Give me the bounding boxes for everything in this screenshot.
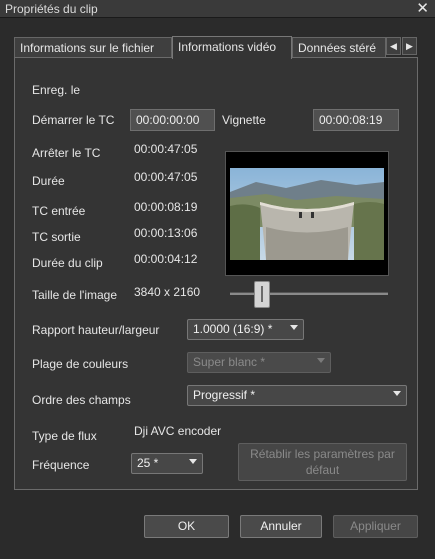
aspect-ratio-value: 1.0000 (16:9) * (193, 322, 273, 336)
stop-tc-value: 00:00:47:05 (134, 142, 198, 156)
ok-button[interactable]: OK (144, 515, 229, 538)
chevron-down-icon (290, 325, 298, 330)
duration-label: Durée (32, 174, 65, 188)
start-tc-label: Démarrer le TC (32, 113, 115, 127)
apply-button[interactable]: Appliquer (333, 515, 418, 538)
tab-bar: Informations sur le fichier Informations… (14, 36, 418, 59)
color-range-select: Super blanc * (187, 352, 331, 373)
image-size-value: 3840 x 2160 (134, 285, 201, 299)
tab-scroll-left-icon[interactable]: ◀ (386, 37, 401, 55)
stop-tc-label: Arrêter le TC (32, 146, 101, 160)
frequency-value: 25 * (137, 456, 159, 470)
cancel-button[interactable]: Annuler (240, 515, 322, 538)
chevron-down-icon (189, 459, 197, 464)
tc-in-label: TC entrée (32, 204, 86, 218)
color-range-label: Plage de couleurs (32, 357, 129, 371)
tab-file-info[interactable]: Informations sur le fichier (14, 37, 172, 58)
tab-scroll-right-icon[interactable]: ▶ (402, 37, 417, 55)
start-tc-field[interactable]: 00:00:00:00 (130, 109, 215, 131)
stream-type-label: Type de flux (32, 429, 97, 443)
thumbnail-label: Vignette (222, 113, 266, 127)
title-bar: Propriétés du clip ✕ (0, 0, 435, 18)
stream-type-value: Dji AVC encoder (134, 424, 222, 438)
tc-in-value: 00:00:08:19 (134, 200, 198, 214)
frequency-label: Fréquence (32, 458, 90, 472)
aspect-ratio-label: Rapport hauteur/largeur (32, 323, 160, 337)
window-title: Propriétés du clip (5, 2, 98, 16)
recorded-label: Enreg. le (32, 83, 81, 97)
frequency-select[interactable]: 25 * (131, 453, 203, 474)
tc-out-label: TC sortie (32, 230, 81, 244)
chevron-down-icon (317, 358, 325, 363)
tc-out-value: 00:00:13:06 (134, 226, 198, 240)
clip-thumbnail (225, 151, 389, 276)
chevron-down-icon (393, 391, 401, 396)
duration-value: 00:00:47:05 (134, 170, 198, 184)
image-size-label: Taille de l'image (32, 288, 118, 302)
field-order-value: Progressif * (193, 388, 256, 402)
thumbnail-tc-field[interactable]: 00:00:08:19 (313, 109, 399, 131)
tab-stereo-data[interactable]: Données stéré (292, 37, 386, 58)
field-order-select[interactable]: Progressif * (187, 385, 407, 406)
clip-duration-label: Durée du clip (32, 256, 103, 270)
tab-video-info[interactable]: Informations vidéo (172, 36, 292, 59)
thumbnail-slider-handle[interactable] (254, 281, 270, 308)
color-range-value: Super blanc * (193, 355, 266, 369)
close-icon[interactable]: ✕ (416, 0, 429, 18)
reset-defaults-button[interactable]: Rétablir les paramètres par défaut (238, 443, 407, 481)
aspect-ratio-select[interactable]: 1.0000 (16:9) * (187, 319, 304, 340)
clip-duration-value: 00:00:04:12 (134, 252, 198, 266)
field-order-label: Ordre des champs (32, 393, 131, 407)
